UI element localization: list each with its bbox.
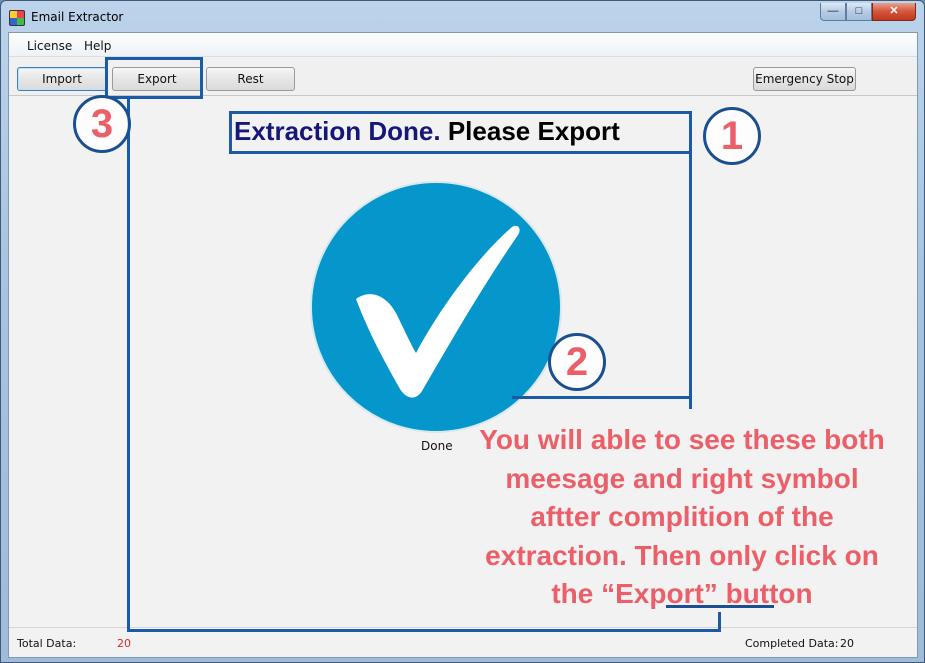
menu-bar: License Help [9, 33, 917, 57]
window-controls: — □ ✕ [820, 3, 916, 21]
total-data-value: 20 [117, 637, 131, 650]
annotation-box-top [229, 111, 692, 114]
export-box-left [105, 57, 108, 99]
marker-3: 3 [73, 95, 131, 153]
annotation-line-to-check [512, 396, 692, 399]
headline-part-2: Please Export [447, 116, 620, 146]
export-box-top [105, 57, 203, 60]
export-box-bottom [105, 96, 203, 99]
window-title: Email Extractor [31, 10, 124, 24]
note-export-underline [666, 605, 774, 608]
marker-1: 1 [703, 107, 761, 165]
completed-data-label: Completed Data: [745, 637, 839, 650]
emergency-stop-button[interactable]: Emergency Stop [753, 67, 856, 91]
export-box-right [200, 57, 203, 99]
annotation-box-bottom [229, 151, 692, 154]
minimize-button[interactable]: — [820, 3, 846, 21]
marker-2: 2 [548, 333, 606, 391]
instruction-note: You will able to see these both meesage … [479, 424, 885, 609]
annotation-line-right [689, 111, 692, 409]
checkmark-icon [356, 225, 520, 398]
annotation-line-left [127, 99, 130, 632]
menu-help[interactable]: Help [84, 39, 111, 53]
close-button[interactable]: ✕ [872, 3, 916, 21]
app-logo-icon [9, 10, 25, 26]
menu-license[interactable]: License [27, 39, 72, 53]
rest-button[interactable]: Rest [206, 67, 295, 91]
toolbar: Import Export Rest Emergency Stop [9, 58, 917, 96]
annotation-line-to-note [718, 612, 721, 632]
annotation-box-left [229, 111, 232, 154]
headline-part-1: Extraction Done. [234, 116, 441, 146]
maximize-button[interactable]: □ [846, 3, 872, 21]
export-button[interactable]: Export [112, 67, 202, 91]
completed-data-value: 20 [840, 637, 854, 650]
extraction-done-message: Extraction Done. Please Export [234, 116, 620, 147]
total-data-label: Total Data: [17, 637, 77, 650]
done-label: Done [421, 439, 453, 453]
title-bar[interactable]: Email Extractor — □ ✕ [1, 1, 924, 33]
annotation-line-bottom [127, 629, 721, 632]
import-button[interactable]: Import [17, 67, 107, 91]
